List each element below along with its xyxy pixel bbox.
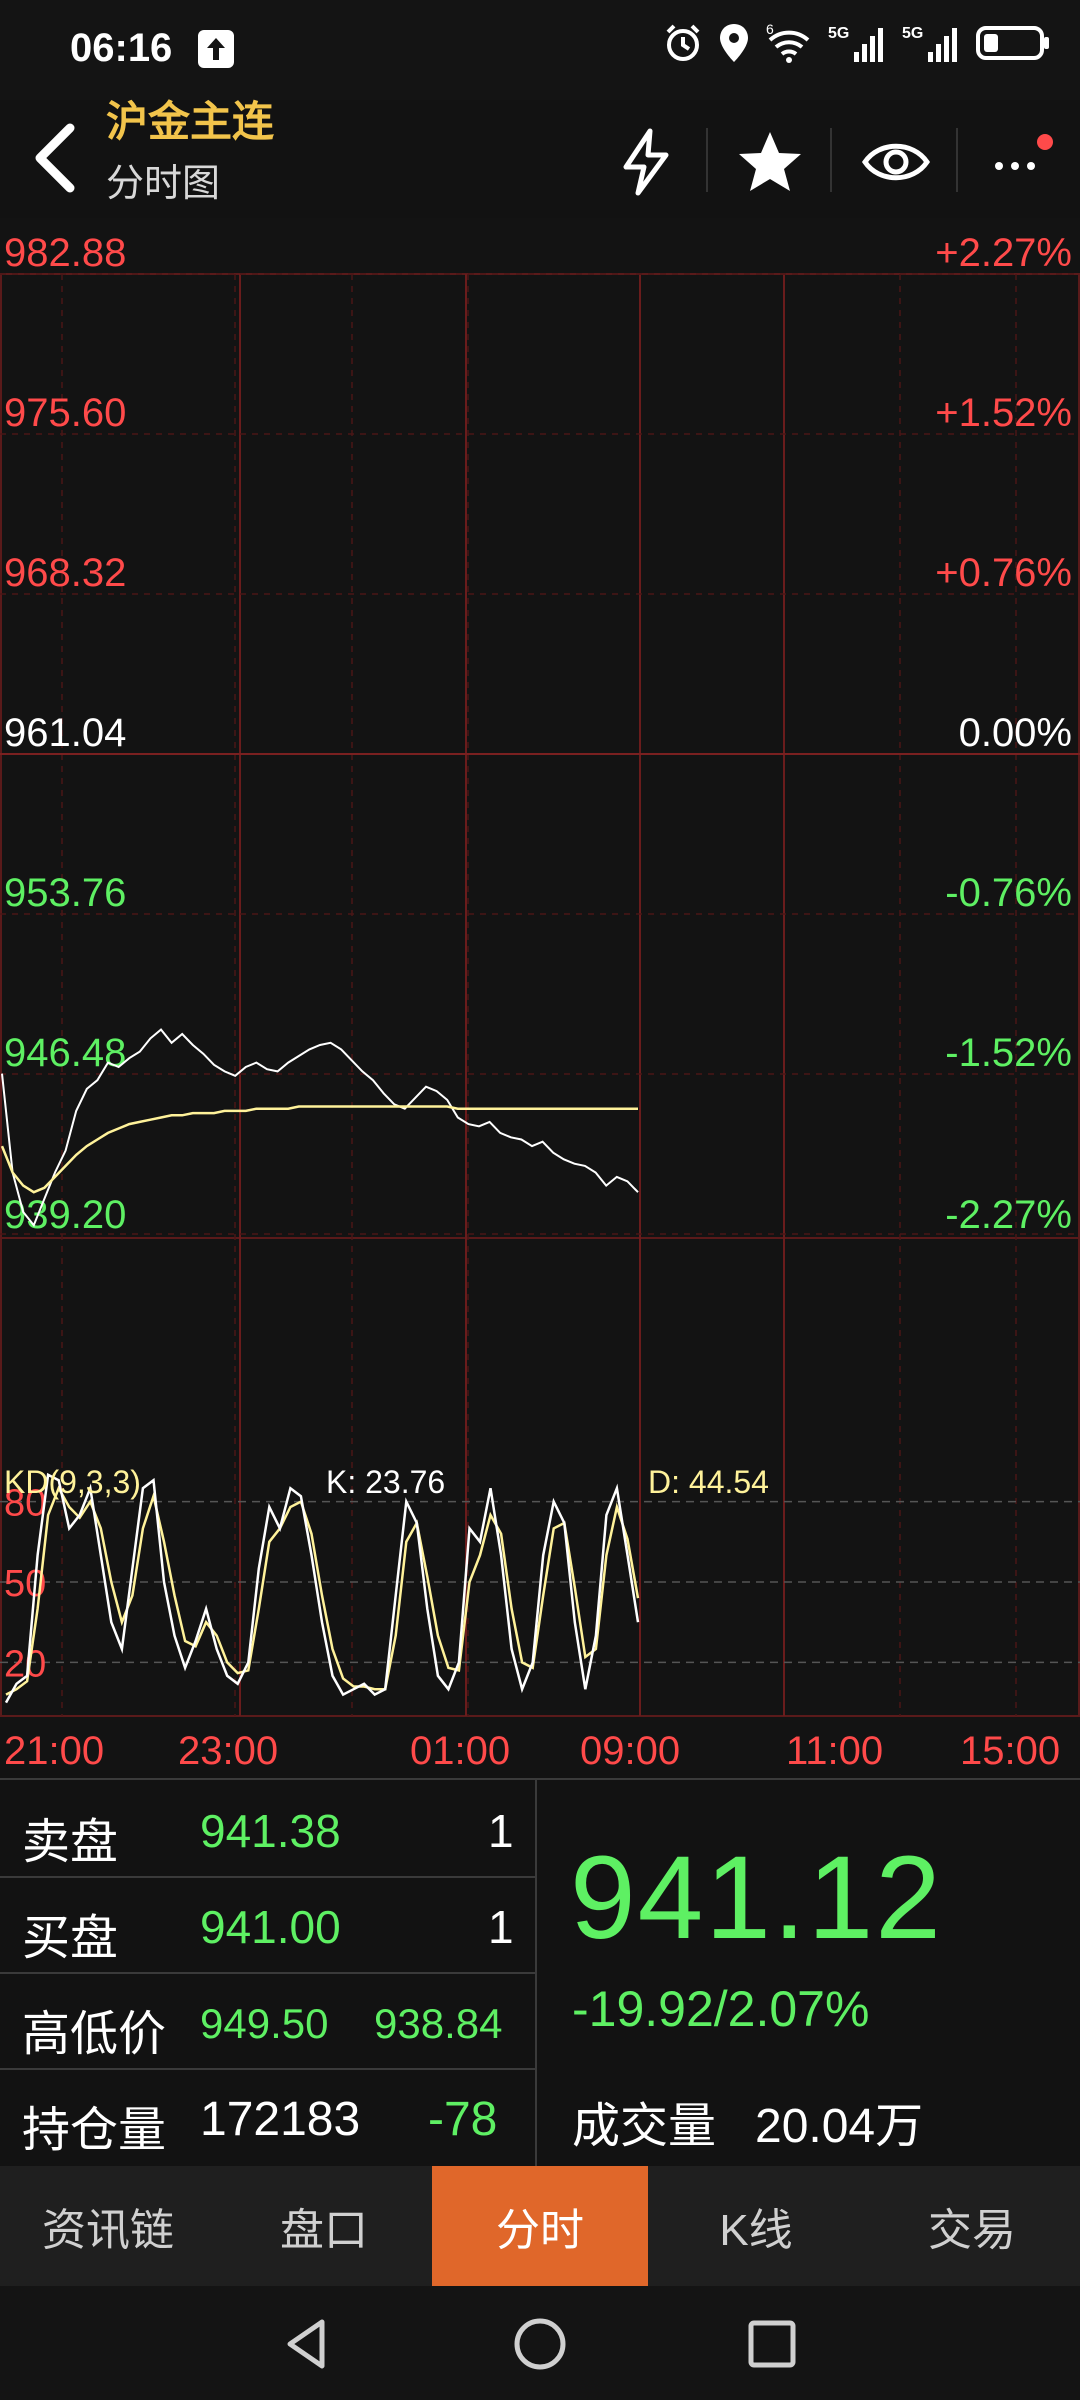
kd-indicator-name: KD(9,3,3) — [4, 1464, 141, 1500]
time-tick-label: 09:00 — [580, 1729, 680, 1770]
tab-trade[interactable]: 交易 — [864, 2166, 1080, 2286]
bottom-tabs: 资讯链 盘口 分时 K线 交易 — [0, 2166, 1080, 2286]
page-title: 沪金主连 — [106, 98, 275, 145]
tab-kline[interactable]: K线 — [648, 2166, 864, 2286]
flash-button[interactable] — [606, 122, 686, 202]
ask-price: 941.38 — [200, 1805, 341, 1857]
bid-qty: 1 — [488, 1901, 514, 1953]
ask-label: 卖盘 — [22, 1816, 119, 1869]
last-price: 941.12 — [570, 1832, 943, 1964]
star-icon — [739, 132, 801, 191]
svg-text:6: 6 — [766, 22, 774, 37]
high-price: 949.50 — [200, 2000, 329, 2047]
signal-5g-icon: 5G — [828, 25, 883, 62]
ask-qty: 1 — [488, 1805, 514, 1857]
square-recents-icon — [748, 2320, 796, 2368]
wifi-icon: 6 — [766, 22, 810, 63]
volume-value: 20.04万 — [755, 2100, 924, 2153]
upload-icon — [198, 30, 234, 68]
eye-icon — [861, 143, 931, 181]
tab-order-book[interactable]: 盘口 — [216, 2166, 432, 2286]
bid-row: 买盘 941.00 1 — [0, 1876, 535, 1974]
bid-price: 941.00 — [200, 1901, 341, 1953]
circle-home-icon — [514, 2318, 566, 2370]
price-tick-label: 982.88 — [4, 231, 126, 275]
time-tick-label: 21:00 — [4, 1729, 104, 1770]
pct-tick-label: -2.27% — [945, 1193, 1072, 1237]
open-interest-value: 172183 — [200, 2093, 361, 2146]
d-value-label: D: 44.54 — [648, 1464, 769, 1500]
price-change: -19.92/2.07% — [572, 1981, 870, 2037]
pct-tick-label: 0.00% — [959, 711, 1072, 755]
tab-news-chain[interactable]: 资讯链 — [0, 2166, 216, 2286]
pct-tick-label: +2.27% — [935, 231, 1072, 275]
more-button[interactable] — [980, 122, 1060, 202]
time-tick-label: 23:00 — [178, 1729, 278, 1770]
open-interest-label: 持仓量 — [22, 2104, 167, 2157]
divider — [830, 128, 832, 192]
open-interest-row: 持仓量 172183 -78 — [0, 2068, 535, 2164]
system-nav-bar — [0, 2286, 1080, 2400]
d-line — [5, 1485, 640, 1696]
svg-text:5G: 5G — [828, 25, 849, 42]
watch-button[interactable] — [856, 122, 936, 202]
chevron-left-icon — [35, 123, 75, 193]
favorite-button[interactable] — [730, 122, 810, 202]
intraday-chart[interactable]: 982.88 +2.27% 975.60 +1.52% 968.32 +0.76% 961.… — [0, 218, 1080, 1770]
pct-tick-label: -0.76% — [945, 871, 1072, 915]
time-tick-label: 11:00 — [786, 1729, 883, 1770]
lightning-icon — [623, 128, 669, 196]
high-low-label: 高低价 — [22, 2008, 167, 2061]
price-tick-label: 961.04 — [4, 711, 126, 755]
chart-canvas: 982.88 +2.27% 975.60 +1.52% 968.32 +0.76% 961.… — [0, 231, 1080, 1770]
signal-5g-icon-2: 5G — [902, 25, 957, 62]
nav-recents-button[interactable] — [742, 2314, 802, 2374]
back-button[interactable] — [22, 118, 92, 198]
time-tick-label: 01:00 — [410, 1729, 510, 1770]
ask-row: 卖盘 941.38 1 — [0, 1780, 535, 1878]
page-subtitle: 分时图 — [106, 163, 221, 205]
alarm-icon — [666, 24, 700, 61]
price-tick-label: 968.32 — [4, 551, 126, 595]
clock: 06:16 — [70, 26, 173, 70]
tab-intraday[interactable]: 分时 — [432, 2166, 648, 2286]
status-bar: 06:16 6 5G 5G — [0, 0, 1080, 100]
divider — [956, 128, 958, 192]
chart-frame — [0, 273, 1080, 1717]
quote-panel: 卖盘 941.38 1 买盘 941.00 1 高低价 949.50 938.8… — [0, 1778, 1080, 2168]
pct-tick-label: -1.52% — [945, 1031, 1072, 1075]
time-tick-label: 15:00 — [960, 1729, 1060, 1770]
divider — [535, 1780, 537, 2168]
average-price-line — [0, 1105, 638, 1194]
nav-home-button[interactable] — [510, 2314, 570, 2374]
kd-level-label: 20 — [4, 1643, 46, 1685]
divider — [706, 128, 708, 192]
battery-icon — [976, 26, 1049, 60]
open-interest-change: -78 — [428, 2093, 498, 2146]
price-tick-label: 939.20 — [4, 1193, 126, 1237]
pct-tick-label: +0.76% — [935, 551, 1072, 595]
volume-label: 成交量 — [572, 2100, 717, 2153]
pct-tick-label: +1.52% — [935, 391, 1072, 435]
price-tick-label: 953.76 — [4, 871, 126, 915]
status-icons: 6 5G 5G — [662, 22, 1052, 64]
high-low-row: 高低价 949.50 938.84 — [0, 1972, 535, 2070]
low-price: 938.84 — [374, 2000, 503, 2047]
bid-label: 买盘 — [22, 1912, 119, 1965]
triangle-back-icon — [287, 2319, 325, 2369]
price-tick-label: 975.60 — [4, 391, 126, 435]
k-value-label: K: 23.76 — [326, 1464, 446, 1500]
svg-text:5G: 5G — [902, 25, 923, 42]
price-tick-label: 946.48 — [4, 1031, 126, 1075]
more-dots-icon — [995, 134, 1053, 170]
nav-back-button[interactable] — [278, 2314, 338, 2374]
location-icon — [720, 24, 748, 62]
